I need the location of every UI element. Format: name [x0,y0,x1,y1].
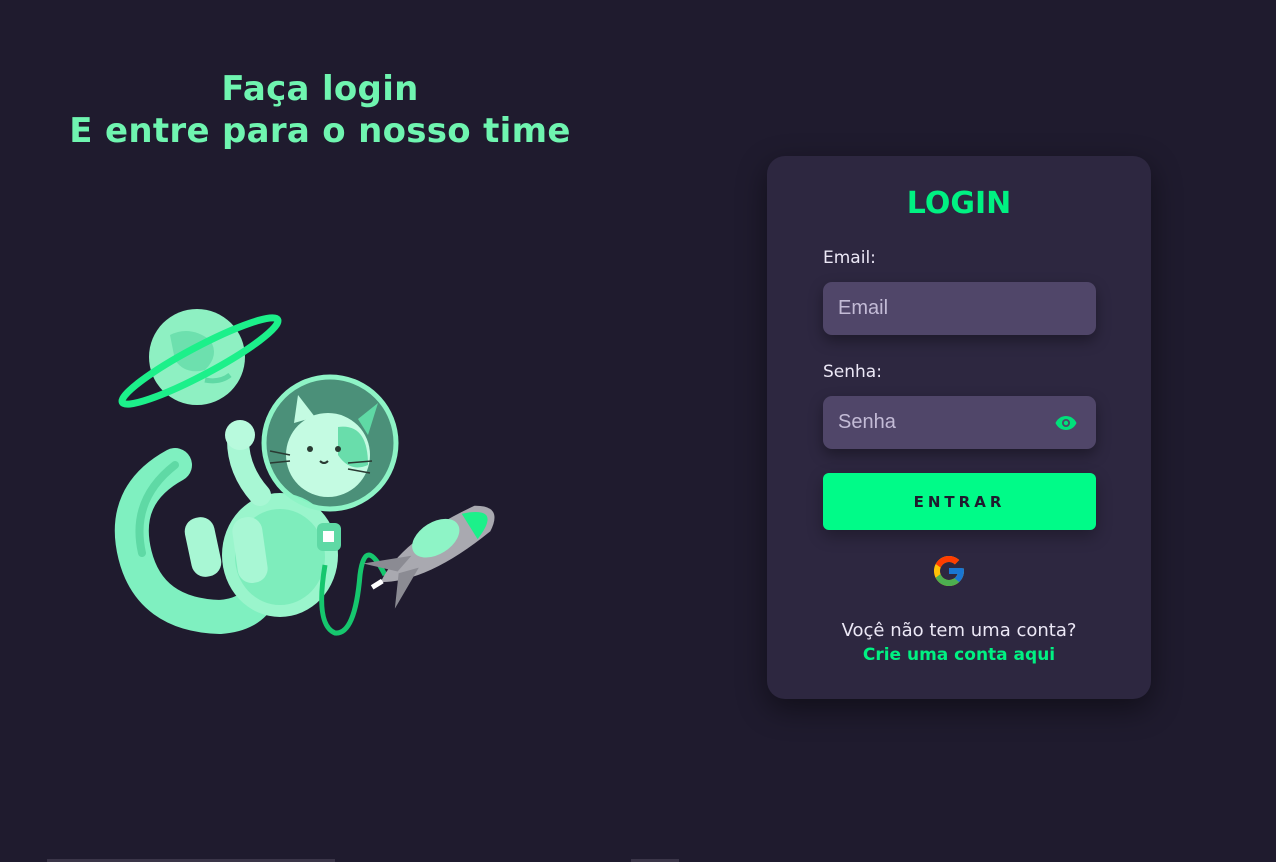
rocket-icon [363,505,495,609]
login-card: LOGIN Email: Senha: ENTRAR Voçê não tem … [767,156,1151,699]
eye-icon[interactable] [1054,411,1078,435]
password-label: Senha: [823,362,882,382]
page-heading: Faça login E entre para o nosso time [40,68,600,152]
planet-icon [118,309,282,408]
email-label: Email: [823,248,876,268]
no-account-text: Voçê não tem uma conta? [841,620,1077,641]
signup-link[interactable]: Crie uma conta aqui [767,645,1151,665]
email-input[interactable] [823,282,1048,335]
login-title: LOGIN [906,186,1012,221]
password-field-wrapper [823,396,1096,449]
email-field-wrapper [823,282,1096,335]
astronaut-cat-illustration [114,309,495,636]
entrar-button[interactable]: ENTRAR [823,473,1096,530]
google-icon[interactable] [931,553,967,589]
heading-line-2: E entre para o nosso time [69,111,571,151]
password-input[interactable] [823,396,1048,449]
heading-line-1: Faça login [221,69,419,109]
